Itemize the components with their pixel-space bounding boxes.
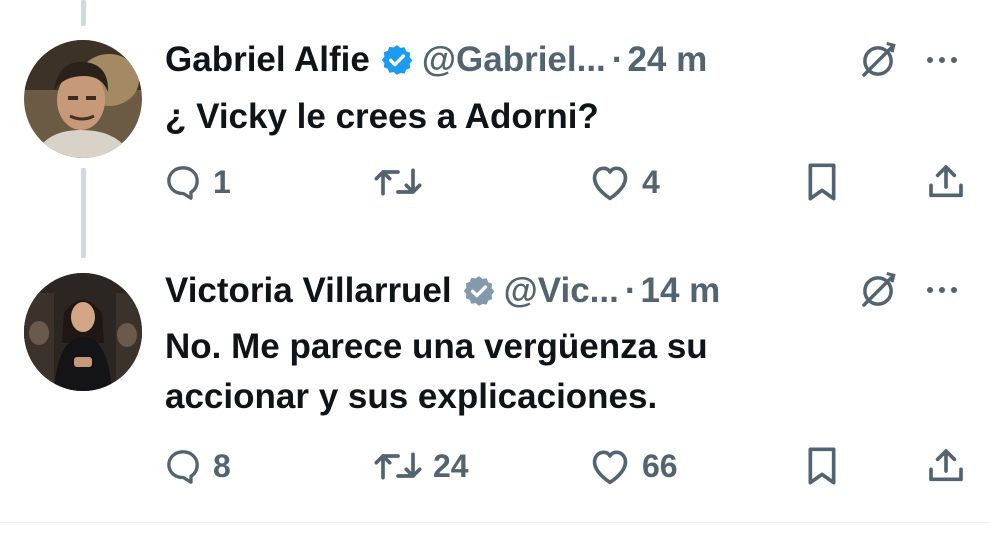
reply-icon bbox=[167, 166, 199, 200]
like-button[interactable]: 4 bbox=[588, 162, 660, 202]
reply-count: 1 bbox=[213, 163, 231, 200]
like-button[interactable]: 66 bbox=[588, 446, 678, 486]
like-count: 4 bbox=[642, 163, 660, 200]
reply-count: 8 bbox=[213, 447, 231, 484]
grok-icon[interactable] bbox=[857, 40, 899, 87]
thread-line-top bbox=[81, 0, 86, 26]
verified-badge-icon bbox=[462, 274, 496, 308]
retweet-icon bbox=[374, 452, 422, 480]
author-name[interactable]: Gabriel Alfie bbox=[165, 40, 370, 80]
author-handle[interactable]: @Gabriel... bbox=[422, 40, 606, 80]
tweet-text-line: ¿ Vicky le crees a Adorni? bbox=[165, 97, 599, 136]
tweet-text: ¿ Vicky le crees a Adorni? bbox=[165, 92, 599, 142]
tweet-text: No. Me parece una vergüenza su accionar … bbox=[165, 322, 708, 422]
heart-icon bbox=[592, 450, 628, 485]
grok-icon[interactable] bbox=[857, 270, 899, 317]
bookmark-icon bbox=[808, 447, 836, 485]
reply-icon bbox=[167, 450, 199, 484]
avatar[interactable] bbox=[24, 273, 142, 391]
avatar[interactable] bbox=[24, 40, 142, 158]
reply-button[interactable]: 1 bbox=[163, 162, 231, 202]
bottom-divider bbox=[0, 522, 990, 523]
share-icon bbox=[929, 449, 963, 482]
reply-button[interactable]: 8 bbox=[163, 446, 231, 486]
tweet-text-line: No. Me parece una vergüenza su bbox=[165, 327, 708, 366]
more-options-icon[interactable] bbox=[922, 48, 962, 77]
more-options-icon[interactable] bbox=[922, 278, 962, 307]
bookmark-button[interactable] bbox=[804, 162, 840, 202]
timestamp[interactable]: 14 m bbox=[641, 271, 721, 311]
separator-dot: · bbox=[624, 271, 637, 310]
author-handle[interactable]: @Vic... bbox=[504, 271, 619, 311]
share-button[interactable] bbox=[926, 446, 966, 486]
tweet-header: Victoria Villarruel @Vic... · 14 m bbox=[165, 271, 720, 311]
thread-line-middle bbox=[81, 168, 86, 258]
tweet-text-line: accionar y sus explicaciones. bbox=[165, 377, 658, 416]
retweet-icon bbox=[374, 168, 422, 196]
retweet-count: 24 bbox=[433, 447, 469, 484]
heart-icon bbox=[592, 166, 628, 201]
share-icon bbox=[929, 165, 963, 198]
separator-dot: · bbox=[611, 40, 624, 79]
tweet-header: Gabriel Alfie @Gabriel... · 24 m bbox=[165, 40, 707, 80]
bookmark-icon bbox=[808, 163, 836, 201]
timestamp[interactable]: 24 m bbox=[627, 40, 707, 80]
bookmark-button[interactable] bbox=[804, 446, 840, 486]
author-name[interactable]: Victoria Villarruel bbox=[165, 271, 452, 311]
retweet-button[interactable] bbox=[373, 162, 433, 202]
verified-badge-icon bbox=[380, 43, 414, 77]
like-count: 66 bbox=[642, 447, 678, 484]
retweet-button[interactable]: 24 bbox=[373, 446, 469, 486]
share-button[interactable] bbox=[926, 162, 966, 202]
